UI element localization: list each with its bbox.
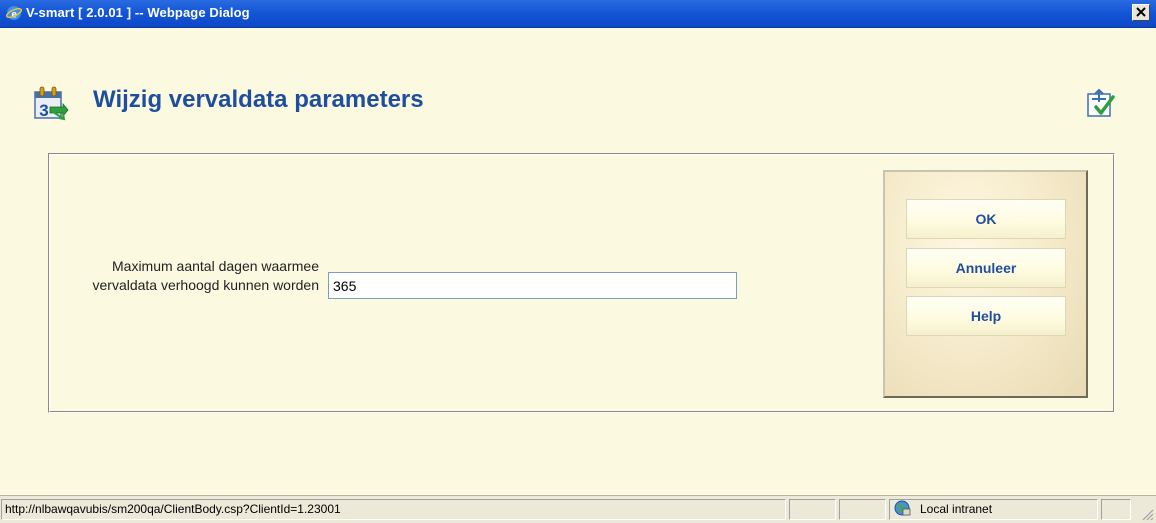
calendar-icon: 3 bbox=[34, 86, 69, 121]
ie-icon: e bbox=[6, 6, 22, 21]
status-bar: http://nlbawqavubis/sm200qa/ClientBody.c… bbox=[0, 495, 1156, 523]
resize-grip-icon[interactable] bbox=[1140, 507, 1154, 521]
globe-icon bbox=[894, 500, 911, 516]
help-button[interactable]: Help bbox=[906, 296, 1066, 336]
page-title: Wijzig vervaldata parameters bbox=[93, 86, 424, 113]
button-panel: OK Annuleer Help bbox=[883, 170, 1088, 398]
status-url: http://nlbawqavubis/sm200qa/ClientBody.c… bbox=[1, 499, 786, 520]
close-icon bbox=[1136, 7, 1146, 17]
status-pane bbox=[789, 499, 836, 520]
ok-button[interactable]: OK bbox=[906, 199, 1066, 239]
window-title: V-smart [ 2.0.01 ] -- Webpage Dialog bbox=[26, 5, 250, 20]
help-icon[interactable] bbox=[1086, 88, 1116, 118]
window-titlebar: e V-smart [ 2.0.01 ] -- Webpage Dialog bbox=[0, 0, 1156, 28]
status-pane bbox=[839, 499, 886, 520]
status-pane bbox=[1101, 499, 1131, 520]
max-days-input[interactable] bbox=[328, 272, 737, 299]
cancel-button[interactable]: Annuleer bbox=[906, 248, 1066, 288]
svg-text:3: 3 bbox=[39, 101, 48, 120]
status-zone: Local intranet bbox=[889, 499, 1098, 520]
max-days-label: Maximum aantal dagen waarmee vervaldata … bbox=[92, 258, 320, 293]
close-button[interactable] bbox=[1132, 4, 1150, 21]
